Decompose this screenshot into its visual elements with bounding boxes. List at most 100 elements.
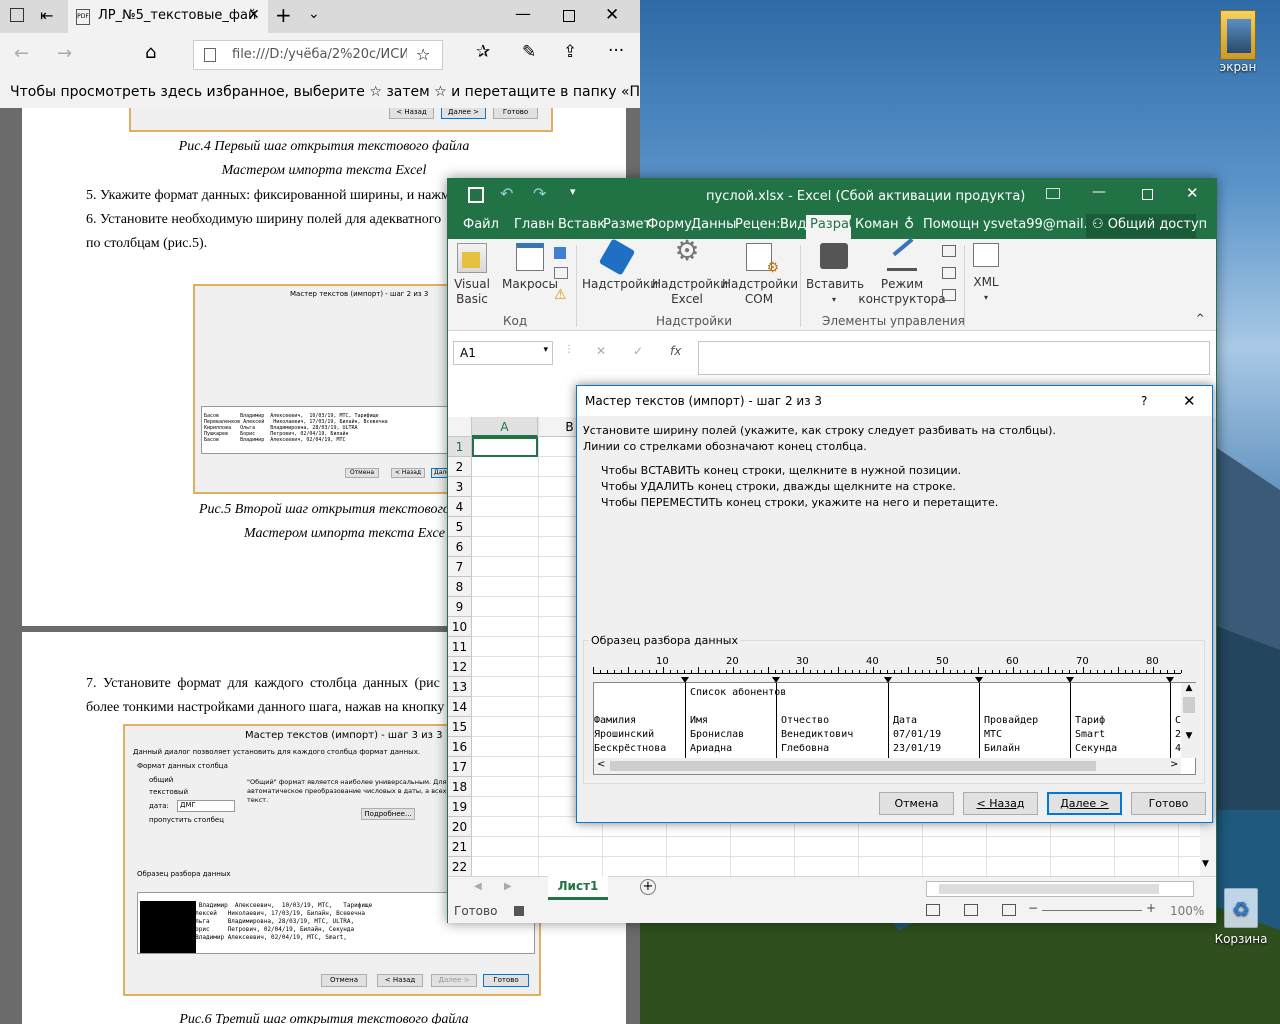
row-header[interactable]: 5 bbox=[448, 517, 472, 537]
favorite-star-icon[interactable]: ☆ bbox=[416, 45, 430, 64]
tab-list-icon[interactable] bbox=[10, 8, 24, 22]
share-icon[interactable]: ⇪ bbox=[563, 42, 577, 62]
view-code-icon[interactable] bbox=[942, 267, 956, 279]
zoom-slider[interactable] bbox=[1042, 910, 1142, 911]
row-header[interactable]: 19 bbox=[448, 797, 472, 817]
column-header-a[interactable]: A bbox=[472, 417, 538, 437]
save-icon[interactable] bbox=[468, 187, 484, 203]
scroll-down-icon[interactable]: ▼ bbox=[1181, 731, 1197, 741]
close-icon[interactable]: ✕ bbox=[1186, 184, 1199, 202]
zoom-level[interactable]: 100% bbox=[1170, 904, 1204, 918]
scroll-left-icon[interactable]: ◀ bbox=[474, 881, 482, 892]
close-window-icon[interactable]: ✕ bbox=[605, 5, 619, 25]
row-header[interactable]: 8 bbox=[448, 577, 472, 597]
visual-basic-button[interactable]: Visual Basic bbox=[454, 243, 490, 307]
insert-control-button[interactable]: Вставить ▾ bbox=[806, 243, 864, 307]
address-bar[interactable]: file:///D:/учёба/2%20c/ИСИТ/ ☆ bbox=[193, 40, 443, 70]
row-header[interactable]: 15 bbox=[448, 717, 472, 737]
scroll-right-icon[interactable]: ▶ bbox=[504, 881, 512, 892]
desktop-icon-recycle-bin[interactable]: ♻ Корзина bbox=[1208, 888, 1274, 946]
row-header[interactable]: 13 bbox=[448, 677, 472, 697]
row-header[interactable]: 3 bbox=[448, 477, 472, 497]
row-header[interactable]: 11 bbox=[448, 637, 472, 657]
tab-team[interactable]: Коман bbox=[855, 217, 898, 232]
name-box[interactable]: A1 ▾ bbox=[453, 341, 553, 365]
forward-icon[interactable]: → bbox=[57, 43, 72, 64]
run-dialog-icon[interactable] bbox=[942, 289, 956, 301]
row-header[interactable]: 17 bbox=[448, 757, 472, 777]
column-break-line[interactable] bbox=[975, 677, 983, 758]
design-mode-button[interactable]: Режим конструктора bbox=[858, 237, 946, 307]
row-header[interactable]: 14 bbox=[448, 697, 472, 717]
page-break-icon[interactable] bbox=[1002, 904, 1016, 916]
scroll-left-icon[interactable]: < bbox=[597, 759, 605, 770]
minimize-icon[interactable]: — bbox=[1092, 184, 1106, 200]
insert-function-icon[interactable]: fx bbox=[670, 344, 681, 358]
scroll-down-icon[interactable]: ▼ bbox=[1202, 859, 1209, 869]
zoom-out-icon[interactable]: − bbox=[1028, 901, 1038, 915]
tab-file[interactable]: Файл bbox=[463, 217, 499, 232]
select-all-corner[interactable] bbox=[448, 417, 472, 437]
row-header[interactable]: 18 bbox=[448, 777, 472, 797]
cancel-icon[interactable]: ✕ bbox=[596, 344, 606, 358]
maximize-icon[interactable] bbox=[1142, 189, 1153, 200]
tab-menu-chevron-icon[interactable]: ⌄ bbox=[308, 6, 320, 22]
row-header[interactable]: 9 bbox=[448, 597, 472, 617]
active-cell[interactable] bbox=[472, 437, 538, 457]
tab-aside-icon[interactable]: ⇤ bbox=[40, 6, 53, 25]
undo-icon[interactable]: ↶ bbox=[500, 184, 513, 203]
tab-formulas[interactable]: Форму bbox=[647, 217, 692, 232]
close-icon[interactable]: ✕ bbox=[1183, 386, 1196, 416]
back-icon[interactable]: ← bbox=[14, 43, 29, 64]
more-icon[interactable]: ··· bbox=[608, 41, 624, 61]
new-tab-icon[interactable]: + bbox=[275, 3, 292, 27]
tab-data[interactable]: Данны bbox=[691, 217, 736, 232]
pen-icon[interactable]: ✎ bbox=[522, 42, 536, 62]
scroll-up-icon[interactable]: ▲ bbox=[1181, 683, 1197, 693]
formula-input[interactable] bbox=[698, 341, 1210, 375]
qat-customize-icon[interactable]: ▾ bbox=[570, 185, 576, 198]
column-break-line[interactable] bbox=[884, 677, 892, 758]
column-ruler[interactable]: 10 20 30 40 50 60 70 80 bbox=[593, 656, 1182, 678]
properties-icon[interactable] bbox=[942, 245, 956, 257]
row-header[interactable]: 6 bbox=[448, 537, 472, 557]
row-header[interactable]: 21 bbox=[448, 837, 472, 857]
tab-home[interactable]: Главн bbox=[514, 217, 554, 232]
row-header[interactable]: 2 bbox=[448, 457, 472, 477]
row-header[interactable]: 10 bbox=[448, 617, 472, 637]
minimize-icon[interactable]: — bbox=[515, 4, 531, 23]
share-button[interactable]: ⚇ Общий доступ bbox=[1086, 214, 1207, 238]
maximize-icon[interactable] bbox=[563, 10, 575, 22]
page-layout-icon[interactable] bbox=[964, 904, 978, 916]
macros-button[interactable]: Макросы bbox=[502, 243, 558, 292]
tab-tell-me[interactable]: Помощн bbox=[923, 217, 979, 232]
macro-security-icon[interactable]: ⚠ bbox=[554, 287, 567, 303]
row-header[interactable]: 4 bbox=[448, 497, 472, 517]
horizontal-scrollbar[interactable] bbox=[926, 881, 1194, 897]
enter-icon[interactable]: ✓ bbox=[633, 344, 643, 358]
relative-refs-icon[interactable] bbox=[554, 267, 568, 279]
tab-view[interactable]: Вид bbox=[780, 217, 806, 232]
home-icon[interactable]: ⌂ bbox=[145, 42, 156, 63]
row-header[interactable]: 16 bbox=[448, 737, 472, 757]
column-break-line[interactable] bbox=[1066, 677, 1074, 758]
favorites-icon[interactable]: ✰ bbox=[476, 42, 490, 62]
column-break-line[interactable] bbox=[1166, 677, 1174, 758]
record-macro-icon[interactable] bbox=[554, 247, 566, 259]
row-header[interactable]: 22 bbox=[448, 857, 472, 876]
tab-developer[interactable]: Разраб bbox=[806, 215, 851, 239]
macro-record-icon[interactable] bbox=[514, 906, 524, 916]
tab-insert[interactable]: Вставк bbox=[558, 217, 605, 232]
cancel-button[interactable]: Отмена bbox=[879, 792, 954, 815]
collapse-ribbon-icon[interactable]: ^ bbox=[1196, 313, 1204, 324]
add-sheet-icon[interactable]: + bbox=[640, 879, 656, 895]
close-tab-icon[interactable]: ✕ bbox=[248, 7, 260, 23]
data-preview[interactable]: Список абонентов Фамилия Имя Отчество Дата Пр… bbox=[593, 677, 1197, 775]
row-header[interactable]: 1 bbox=[448, 437, 472, 457]
ribbon-display-icon[interactable] bbox=[1046, 188, 1060, 199]
back-button[interactable]: < Назад bbox=[963, 792, 1038, 815]
browser-tab[interactable]: PDF ЛР_№5_текстовые_фай ✕ bbox=[68, 0, 268, 33]
row-header[interactable]: 12 bbox=[448, 657, 472, 677]
com-addins-button[interactable]: ⚙ Надстройки COM bbox=[722, 243, 798, 307]
column-break-line[interactable] bbox=[681, 677, 689, 758]
